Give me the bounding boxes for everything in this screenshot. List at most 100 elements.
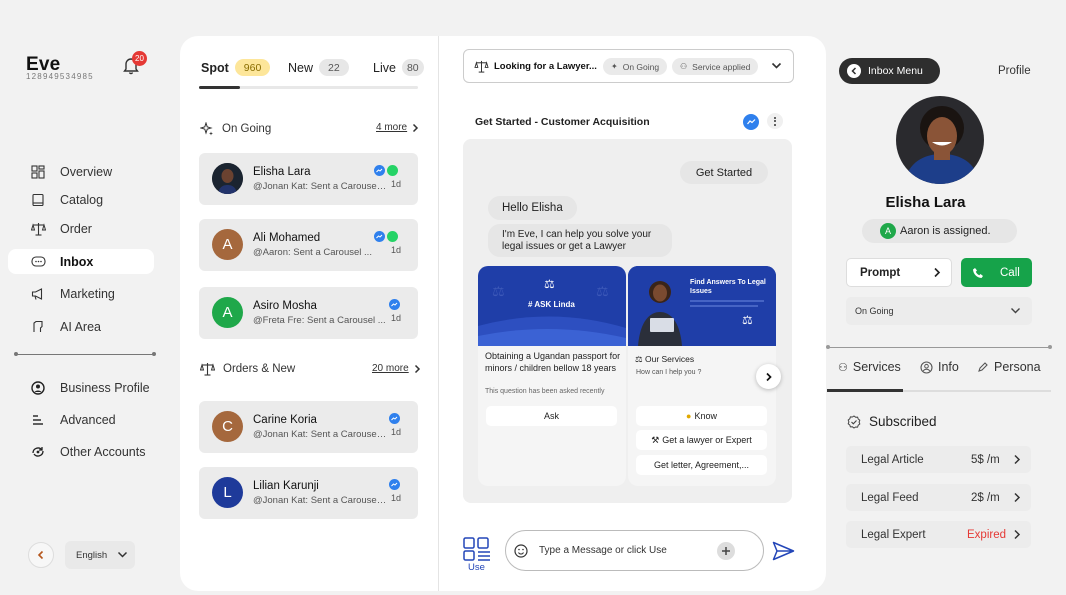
nav-label: Inbox — [60, 254, 94, 269]
nav-item-ai-area[interactable]: AI Area — [8, 314, 154, 339]
avatar — [212, 163, 243, 194]
send-icon[interactable] — [772, 541, 795, 561]
service-item[interactable]: Legal Expert Expired — [846, 521, 1031, 548]
service-name: Legal Article — [861, 453, 924, 466]
whatsapp-icon — [387, 165, 398, 176]
nav-item-inbox[interactable]: Inbox — [8, 249, 154, 274]
nav-item-advanced[interactable]: Advanced — [8, 407, 154, 432]
know-button[interactable]: ● Know — [636, 406, 767, 426]
profile-name: Elisha Lara — [885, 194, 966, 211]
scale-icon — [200, 363, 215, 376]
subscribed-heading: Subscribed — [847, 414, 937, 429]
ai-icon — [30, 319, 46, 335]
chevron-right-icon — [413, 123, 419, 132]
message-time: 1d — [391, 493, 402, 503]
chat-header[interactable]: Looking for a Lawyer... ✦ On Going ⚇ Servi… — [463, 49, 794, 83]
carousel-next-button[interactable] — [756, 364, 781, 389]
service-item[interactable]: Legal Article 5$ /m — [846, 446, 1031, 473]
svg-text:⚖: ⚖ — [596, 284, 609, 300]
carousel-card-ask: ⚖ ⚖ ⚖ # ASK Linda Obtaining a Ugandan pass… — [478, 266, 626, 486]
contact-name: Carine Koria — [253, 414, 317, 426]
services-icon: ⚖ — [635, 354, 645, 364]
nav-label: Other Accounts — [60, 444, 146, 459]
svg-text:⚖: ⚖ — [544, 277, 555, 291]
tab-info[interactable]: Info — [920, 360, 959, 374]
tab-live[interactable]: Live 80 — [373, 59, 424, 76]
assignee-avatar: A — [880, 223, 896, 239]
nav-item-overview[interactable]: Overview — [8, 159, 154, 184]
nav-item-order[interactable]: Order — [8, 216, 154, 241]
nav-item-catalog[interactable]: Catalog — [8, 187, 154, 212]
tab-new[interactable]: New 22 — [288, 59, 349, 76]
nav-item-business-profile[interactable]: Business Profile — [8, 375, 154, 400]
conversation-item[interactable]: A Asiro Mosha @Freta Fre: Sent a Carouse… — [199, 287, 418, 339]
contact-name: Lilian Karunji — [253, 480, 319, 492]
tab-services[interactable]: ⚇ Services — [838, 360, 901, 374]
service-expired: Expired — [967, 528, 1006, 541]
conversation-status-select[interactable]: On Going — [846, 297, 1032, 325]
conversation-item[interactable]: L Lilian Karunji @Jonan Kat: Sent a Caro… — [199, 467, 418, 519]
avatar: L — [212, 477, 243, 508]
more-options-icon[interactable] — [767, 113, 783, 129]
tab-spot[interactable]: Spot 960 — [201, 59, 271, 76]
get-letter-button[interactable]: Get letter, Agreement,... — [636, 455, 767, 475]
tab-persona[interactable]: Persona — [977, 360, 1041, 374]
ask-button[interactable]: Ask — [486, 406, 617, 426]
message-time: 1d — [391, 245, 402, 255]
status-pill: ✦ On Going — [603, 58, 668, 75]
chevron-right-icon — [765, 372, 772, 381]
service-item[interactable]: Legal Feed 2$ /m — [846, 484, 1031, 511]
phone-icon — [973, 267, 983, 278]
conversation-item[interactable]: C Carine Koria @Jonan Kat: Sent a Carous… — [199, 401, 418, 453]
message-preview: @Freta Fre: Sent a Carousel ... — [253, 315, 386, 326]
tab-indicator — [827, 389, 903, 392]
carousel-card-services: ⚖ Find Answers To Legal Issues ⚖ Our Ser… — [628, 266, 776, 486]
tab-count: 80 — [401, 59, 424, 76]
message-placeholder: Type a Message or click Use — [539, 545, 667, 556]
nav-label: Order — [60, 221, 92, 236]
tab-count: 960 — [234, 59, 271, 76]
prompt-button[interactable]: Prompt — [846, 258, 952, 287]
nav-label: Business Profile — [60, 380, 150, 395]
messenger-icon — [374, 165, 385, 176]
divider-dot — [152, 352, 156, 356]
nav-item-marketing[interactable]: Marketing — [8, 281, 154, 306]
message-input[interactable]: Type a Message or click Use — [505, 530, 764, 571]
card-subtitle: How can I help you ? — [636, 369, 702, 376]
add-attachment-icon[interactable] — [717, 542, 735, 560]
nav-label: Overview — [60, 164, 113, 179]
inbox-menu-button[interactable]: Inbox Menu — [839, 58, 940, 84]
nav-divider — [16, 354, 154, 355]
megaphone-icon — [30, 286, 46, 302]
nav-label: AI Area — [60, 319, 101, 334]
service-price: 5$ /m — [971, 453, 1000, 466]
user-icon — [920, 360, 933, 374]
profile-divider — [828, 347, 1050, 348]
flow-title: Get Started - Customer Acquisition — [475, 116, 650, 128]
nav-label: Catalog — [60, 192, 104, 207]
nav-item-other-accounts[interactable]: Other Accounts — [8, 439, 154, 464]
emoji-icon — [514, 544, 528, 558]
profile-avatar — [896, 96, 984, 184]
service-price: 2$ /m — [971, 491, 1000, 504]
avatar: A — [212, 297, 243, 328]
conversation-item[interactable]: A Ali Mohamed @Aaron: Sent a Carousel ..… — [199, 219, 418, 271]
conversation-item[interactable]: Elisha Lara @Jonan Kat: Sent a Carousel … — [199, 153, 418, 205]
orders-more-link[interactable]: 20 more — [372, 363, 421, 374]
language-select[interactable]: English — [65, 541, 135, 569]
brand-id: 128949534985 — [26, 72, 94, 81]
chevron-down-icon — [118, 551, 128, 558]
scale-icon — [474, 60, 489, 73]
channel-icons — [374, 165, 398, 176]
messenger-icon — [389, 479, 400, 490]
channel-icons — [389, 479, 400, 490]
get-lawyer-button[interactable]: ⚒ Get a lawyer or Expert — [636, 430, 767, 450]
use-button[interactable]: Use — [462, 536, 492, 573]
switch-accounts-icon — [30, 444, 46, 460]
card-question: Obtaining a Ugandan passport for minors … — [485, 351, 621, 373]
call-button[interactable]: Call — [961, 258, 1032, 287]
ongoing-more-link[interactable]: 4 more — [376, 122, 419, 133]
collapse-sidebar-button[interactable] — [28, 542, 54, 568]
contact-name: Ali Mohamed — [253, 232, 321, 244]
intro-message: I'm Eve, I can help you solve your legal… — [488, 224, 672, 257]
